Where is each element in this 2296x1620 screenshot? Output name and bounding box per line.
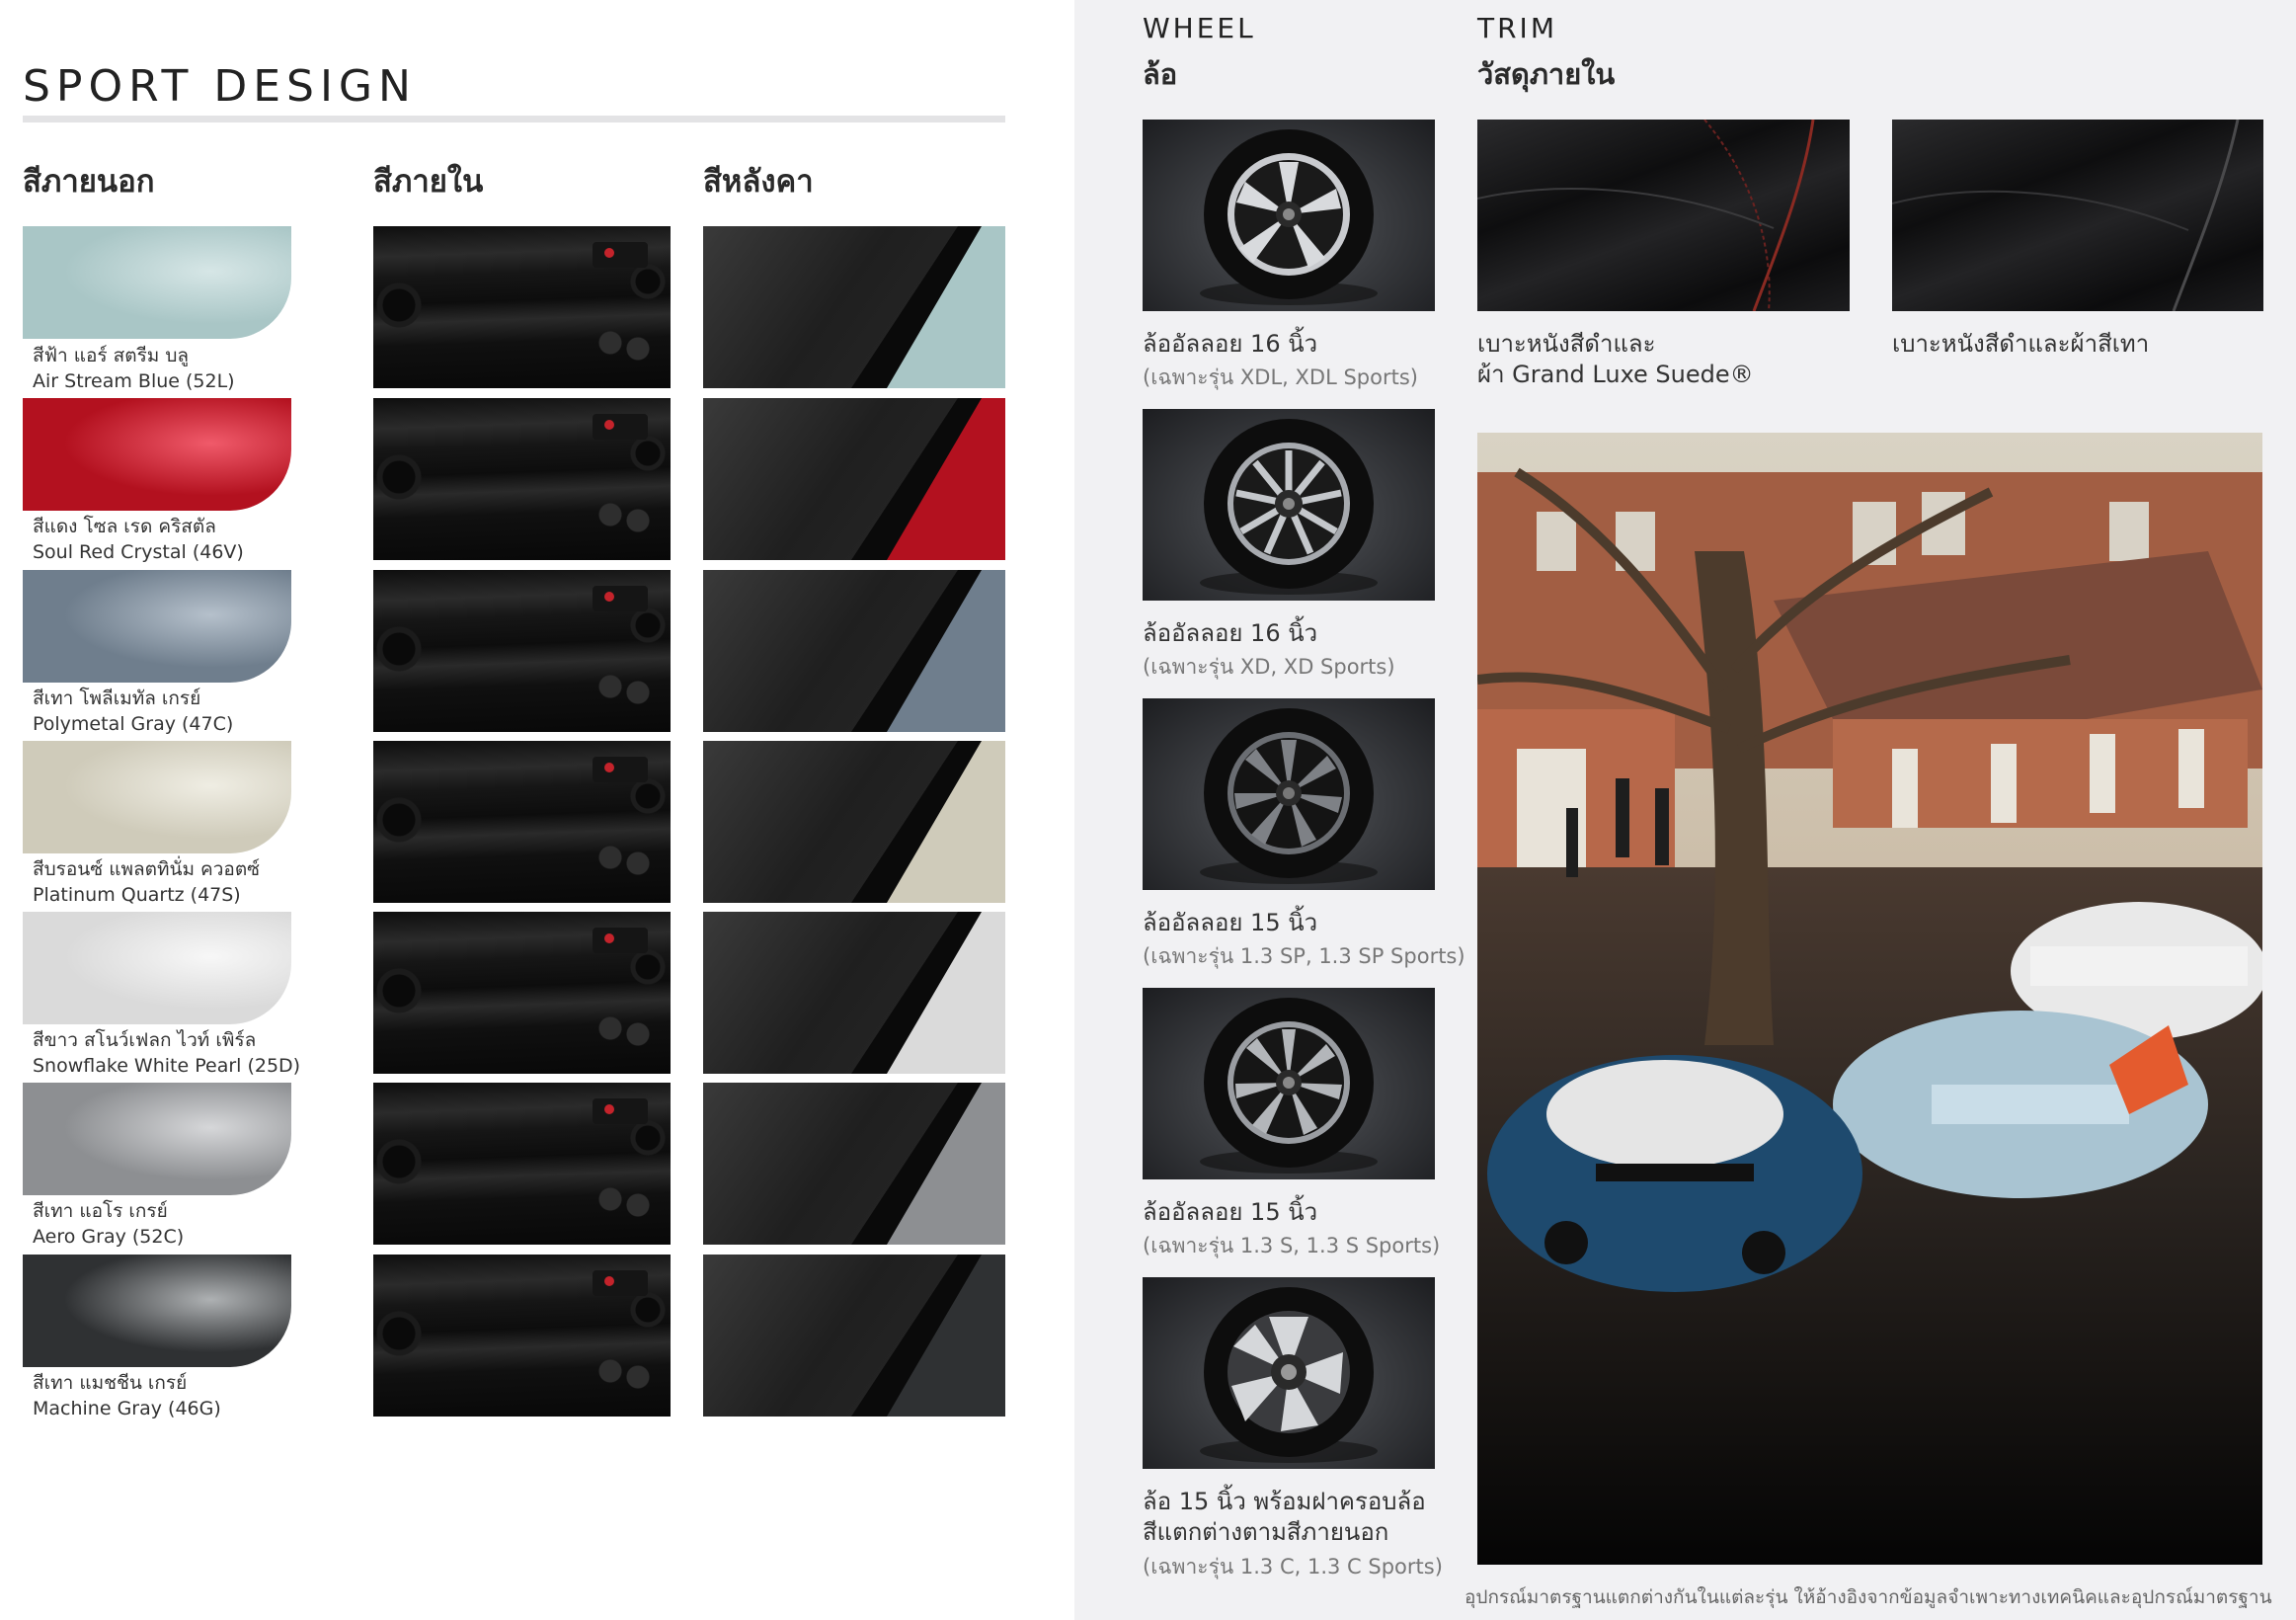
- interior-swatch[interactable]: [373, 226, 671, 388]
- roof-swatch[interactable]: [703, 398, 1005, 560]
- wheel-label: ล้ออัลลอย 15 นิ้ว: [1143, 1198, 1318, 1226]
- interior-swatch[interactable]: [373, 1255, 671, 1417]
- trim-heading: TRIM: [1477, 12, 1557, 44]
- exterior-color-swatch[interactable]: [23, 1083, 291, 1195]
- color-name-thai: สีบรอนซ์ แพลตทินั่ม ควอตซ์: [33, 858, 261, 880]
- color-name: Aero Gray (52C): [33, 1226, 185, 1248]
- wheel-note: (เฉพาะรุ่น 1.3 SP, 1.3 SP Sports): [1143, 944, 1465, 968]
- color-name: Air Stream Blue (52L): [33, 370, 235, 392]
- color-name-thai: สีแดง โซล เรด คริสตัล: [33, 516, 216, 537]
- color-name: Soul Red Crystal (46V): [33, 541, 244, 563]
- exterior-color-swatch[interactable]: [23, 226, 291, 339]
- roof-swatch[interactable]: [703, 1255, 1005, 1417]
- page-title: SPORT DESIGN: [23, 61, 417, 112]
- lifestyle-photo: [1477, 433, 2262, 1565]
- interior-swatch[interactable]: [373, 912, 671, 1074]
- wheel-heading: WHEEL: [1143, 12, 1256, 44]
- trim-label: เบาะหนังสีดำและผ้าสีเทา: [1892, 330, 2150, 358]
- color-name-thai: สีเทา แมชชีน เกรย์: [33, 1372, 188, 1394]
- wheel-note: (เฉพาะรุ่น 1.3 C, 1.3 C Sports): [1143, 1555, 1443, 1579]
- column-header-interior: สีภายใน: [373, 164, 484, 200]
- footnote: อุปกรณ์มาตรฐานแตกต่างกันในแต่ละรุ่น ให้อ…: [1465, 1586, 2272, 1608]
- roof-swatch[interactable]: [703, 226, 1005, 388]
- column-header-roof: สีหลังคา: [703, 164, 814, 200]
- wheel-note: (เฉพาะรุ่น XDL, XDL Sports): [1143, 365, 1418, 389]
- wheel-label: ล้อ 15 นิ้ว พร้อมฝาครอบล้อ: [1143, 1488, 1426, 1515]
- title-divider: [23, 116, 1005, 122]
- interior-swatch[interactable]: [373, 1083, 671, 1245]
- roof-swatch[interactable]: [703, 1083, 1005, 1245]
- wheel-label-line2: สีแตกต่างตามสีภายนอก: [1143, 1518, 1389, 1546]
- color-name: Platinum Quartz (47S): [33, 884, 241, 906]
- color-name: Snowflake White Pearl (25D): [33, 1055, 301, 1077]
- trim-label: เบาะหนังสีดำและ: [1477, 330, 1656, 358]
- wheel-image: [1143, 988, 1435, 1179]
- trim-image: [1892, 120, 2263, 311]
- roof-swatch[interactable]: [703, 912, 1005, 1074]
- wheel-note: (เฉพาะรุ่น XD, XD Sports): [1143, 655, 1395, 679]
- color-name-thai: สีเทา โพลีเมทัล เกรย์: [33, 688, 201, 709]
- trim-label-line2: ผ้า Grand Luxe Suede®: [1477, 361, 1754, 388]
- color-name-thai: สีฟ้า แอร์ สตรีม บลู: [33, 345, 190, 366]
- color-name-thai: สีขาว สโนว์เฟลก ไวท์ เพิร์ล: [33, 1029, 257, 1051]
- color-name-thai: สีเทา แอโร เกรย์: [33, 1200, 168, 1222]
- roof-swatch[interactable]: [703, 741, 1005, 903]
- trim-subheading: วัสดุภายใน: [1477, 57, 1616, 91]
- trim-image: [1477, 120, 1850, 311]
- exterior-color-swatch[interactable]: [23, 1255, 291, 1367]
- exterior-color-swatch[interactable]: [23, 398, 291, 511]
- wheel-image: [1143, 698, 1435, 890]
- interior-swatch[interactable]: [373, 570, 671, 732]
- exterior-color-swatch[interactable]: [23, 741, 291, 853]
- wheel-image: [1143, 409, 1435, 601]
- wheel-label: ล้ออัลลอย 16 นิ้ว: [1143, 619, 1318, 647]
- column-header-exterior: สีภายนอก: [23, 164, 155, 200]
- wheel-image: [1143, 120, 1435, 311]
- interior-swatch[interactable]: [373, 741, 671, 903]
- exterior-color-swatch[interactable]: [23, 912, 291, 1024]
- color-name: Machine Gray (46G): [33, 1398, 221, 1419]
- wheel-image: [1143, 1277, 1435, 1469]
- wheel-label: ล้ออัลลอย 15 นิ้ว: [1143, 909, 1318, 936]
- wheel-subheading: ล้อ: [1143, 57, 1178, 91]
- roof-swatch[interactable]: [703, 570, 1005, 732]
- exterior-color-swatch[interactable]: [23, 570, 291, 683]
- wheel-label: ล้ออัลลอย 16 นิ้ว: [1143, 330, 1318, 358]
- wheel-note: (เฉพาะรุ่น 1.3 S, 1.3 S Sports): [1143, 1234, 1441, 1257]
- interior-swatch[interactable]: [373, 398, 671, 560]
- color-name: Polymetal Gray (47C): [33, 713, 234, 735]
